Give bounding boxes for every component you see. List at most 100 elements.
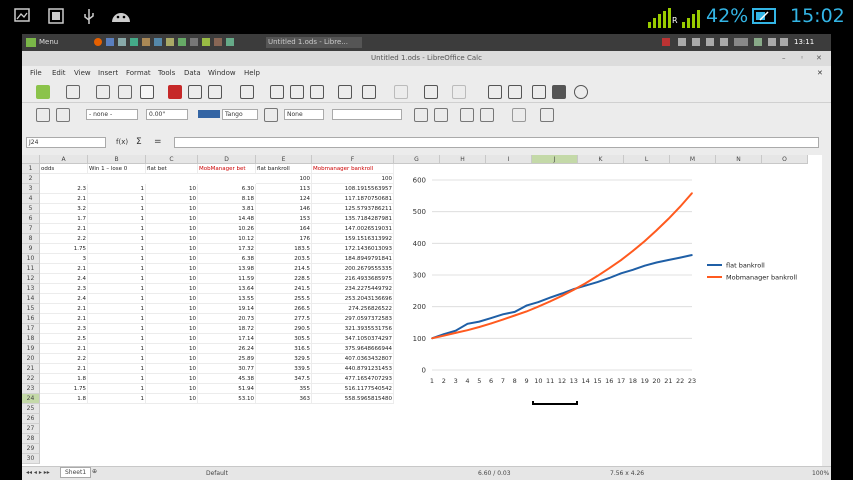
- cell-f22[interactable]: 477.1654707293: [312, 374, 394, 384]
- cell-b18[interactable]: 1: [88, 334, 146, 344]
- cell-a10[interactable]: 3: [40, 254, 88, 264]
- mint-menu-icon[interactable]: [26, 38, 36, 47]
- cell-f6[interactable]: 135.7184287981: [312, 214, 394, 224]
- cell-f1[interactable]: Mobmanager bankroll: [312, 164, 394, 174]
- cell-a3[interactable]: 2.3: [40, 184, 88, 194]
- cell-d23[interactable]: 51.94: [198, 384, 256, 394]
- cell-e11[interactable]: 214.5: [256, 264, 312, 274]
- cell-e14[interactable]: 255.5: [256, 294, 312, 304]
- cell-a21[interactable]: 2.1: [40, 364, 88, 374]
- paste-icon[interactable]: [310, 85, 324, 99]
- anchor-icon[interactable]: [434, 108, 448, 122]
- cell-d13[interactable]: 13.64: [198, 284, 256, 294]
- cell-e10[interactable]: 203.5: [256, 254, 312, 264]
- launcher-icon-10[interactable]: [214, 38, 222, 46]
- row-header-4[interactable]: 4: [22, 194, 40, 204]
- name-box[interactable]: J24: [26, 137, 106, 148]
- row-header-17[interactable]: 17: [22, 324, 40, 334]
- row-header-26[interactable]: 26: [22, 414, 40, 424]
- cell-c15[interactable]: 10: [146, 304, 198, 314]
- cell-f5[interactable]: 125.5793786211: [312, 204, 394, 214]
- row-header-19[interactable]: 19: [22, 344, 40, 354]
- cell-c13[interactable]: 10: [146, 284, 198, 294]
- minimize-icon[interactable]: –: [782, 51, 786, 66]
- cell-c24[interactable]: 10: [146, 394, 198, 404]
- row-header-22[interactable]: 22: [22, 374, 40, 384]
- row-header-12[interactable]: 12: [22, 274, 40, 284]
- tray-icon-7[interactable]: [768, 38, 776, 46]
- row-header-16[interactable]: 16: [22, 314, 40, 324]
- close-window-icon[interactable]: ✕: [816, 51, 822, 66]
- copy-icon[interactable]: [290, 85, 304, 99]
- firefox-icon[interactable]: [94, 38, 102, 46]
- row-header-21[interactable]: 21: [22, 364, 40, 374]
- cell-f7[interactable]: 147.0026519031: [312, 224, 394, 234]
- cell-b20[interactable]: 1: [88, 354, 146, 364]
- export-pdf-icon[interactable]: [168, 85, 182, 99]
- cell-b16[interactable]: 1: [88, 314, 146, 324]
- cell-d19[interactable]: 26.24: [198, 344, 256, 354]
- chart-icon[interactable]: [488, 85, 502, 99]
- launcher-icon-3[interactable]: [130, 38, 138, 46]
- cell-e20[interactable]: 329.5: [256, 354, 312, 364]
- row-header-24[interactable]: 24: [22, 394, 40, 404]
- cell-f19[interactable]: 375.9648666944: [312, 344, 394, 354]
- row-header-11[interactable]: 11: [22, 264, 40, 274]
- cell-b8[interactable]: 1: [88, 234, 146, 244]
- line-width-input[interactable]: 0.00": [146, 109, 188, 120]
- column-header-e[interactable]: E: [256, 155, 312, 164]
- cell-b21[interactable]: 1: [88, 364, 146, 374]
- column-header-f[interactable]: F: [312, 155, 394, 164]
- cell-b3[interactable]: 1: [88, 184, 146, 194]
- tray-icon-3[interactable]: [706, 38, 714, 46]
- undo-icon[interactable]: [362, 85, 376, 99]
- column-header-o[interactable]: O: [762, 155, 808, 164]
- tray-icon-2[interactable]: [692, 38, 700, 46]
- cell-c12[interactable]: 10: [146, 274, 198, 284]
- cell-a12[interactable]: 2.4: [40, 274, 88, 284]
- cell-f3[interactable]: 108.1915563957: [312, 184, 394, 194]
- add-sheet-icon[interactable]: ⊕: [92, 468, 97, 475]
- cell-c16[interactable]: 10: [146, 314, 198, 324]
- cell-a19[interactable]: 2.1: [40, 344, 88, 354]
- tray-icon-4[interactable]: [720, 38, 728, 46]
- row-header-10[interactable]: 10: [22, 254, 40, 264]
- cell-d6[interactable]: 14.48: [198, 214, 256, 224]
- cell-d4[interactable]: 8.18: [198, 194, 256, 204]
- close-document-icon[interactable]: ✕: [817, 69, 823, 77]
- menu-view[interactable]: View: [74, 69, 91, 77]
- cell-c11[interactable]: 10: [146, 264, 198, 274]
- navigator-icon[interactable]: [532, 85, 546, 99]
- launcher-icon-5[interactable]: [154, 38, 162, 46]
- column-header-j[interactable]: J: [532, 155, 578, 164]
- cell-f9[interactable]: 172.1436013093: [312, 244, 394, 254]
- row-header-18[interactable]: 18: [22, 334, 40, 344]
- spreadsheet-grid[interactable]: ABCDEFGHIJKLMNO 1 2 3 4 5 6 7 8 9 10 11 12 13 14 15 16 1…: [22, 155, 822, 466]
- cell-e6[interactable]: 153: [256, 214, 312, 224]
- cell-d18[interactable]: 17.14: [198, 334, 256, 344]
- row-header-30[interactable]: 30: [22, 454, 40, 464]
- cell-f2[interactable]: 100: [312, 174, 394, 184]
- cell-f11[interactable]: 200.2679555335: [312, 264, 394, 274]
- cell-e18[interactable]: 305.5: [256, 334, 312, 344]
- cell-c6[interactable]: 10: [146, 214, 198, 224]
- cell-d15[interactable]: 19.14: [198, 304, 256, 314]
- cell-f12[interactable]: 216.4933685975: [312, 274, 394, 284]
- cell-d12[interactable]: 11.59: [198, 274, 256, 284]
- cell-f17[interactable]: 321.3935531756: [312, 324, 394, 334]
- arrow-style-icon[interactable]: [56, 108, 70, 122]
- row-header-7[interactable]: 7: [22, 224, 40, 234]
- row-header-27[interactable]: 27: [22, 424, 40, 434]
- cell-a18[interactable]: 2.5: [40, 334, 88, 344]
- cell-a15[interactable]: 2.1: [40, 304, 88, 314]
- cell-c22[interactable]: 10: [146, 374, 198, 384]
- cell-b23[interactable]: 1: [88, 384, 146, 394]
- send-back-icon[interactable]: [480, 108, 494, 122]
- cell-d1[interactable]: MobManager bet: [198, 164, 256, 174]
- row-header-5[interactable]: 5: [22, 204, 40, 214]
- column-header-h[interactable]: H: [440, 155, 486, 164]
- sheet-nav-arrows[interactable]: ◂◂ ◂ ▸ ▸▸: [26, 469, 50, 476]
- column-header-c[interactable]: C: [146, 155, 198, 164]
- sort-ascending-icon[interactable]: [452, 85, 466, 99]
- spellcheck-icon[interactable]: [240, 85, 254, 99]
